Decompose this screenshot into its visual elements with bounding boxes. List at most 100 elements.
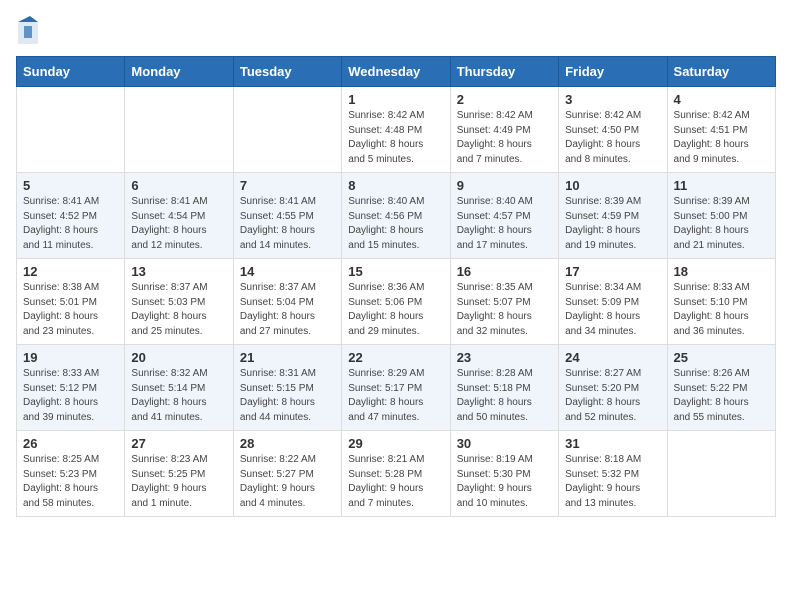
day-info: Sunrise: 8:39 AM Sunset: 4:59 PM Dayligh… [565, 195, 660, 253]
day-info: Sunrise: 8:21 AM Sunset: 5:28 PM Dayligh… [348, 453, 443, 511]
day-info: Sunrise: 8:32 AM Sunset: 5:14 PM Dayligh… [131, 367, 226, 425]
calendar-cell: 7Sunrise: 8:41 AM Sunset: 4:55 PM Daylig… [233, 173, 341, 259]
day-info: Sunrise: 8:36 AM Sunset: 5:06 PM Dayligh… [348, 281, 443, 339]
day-number: 22 [348, 350, 443, 365]
calendar-cell: 21 Sunrise: 8:31 AM Sunset: 5:15 PM Dayli… [233, 345, 341, 431]
calendar-cell [233, 87, 341, 173]
day-number: 21 [240, 350, 335, 365]
day-info: Sunrise: 8:40 AM Sunset: 4:56 PM Dayligh… [348, 195, 443, 253]
day-header-sunday: Sunday [17, 57, 125, 87]
calendar-cell [17, 87, 125, 173]
calendar-cell: 16 Sunrise: 8:35 AM Sunset: 5:07 PM Dayli… [450, 259, 558, 345]
calendar-cell: 26 Sunrise: 8:25 AM Sunset: 5:23 PM Dayli… [17, 431, 125, 517]
calendar-cell: 17 Sunrise: 8:34 AM Sunset: 5:09 PM Dayli… [559, 259, 667, 345]
calendar-cell: 15 Sunrise: 8:36 AM Sunset: 5:06 PM Dayli… [342, 259, 450, 345]
logo-icon [16, 16, 40, 44]
day-header-saturday: Saturday [667, 57, 775, 87]
day-number: 16 [457, 264, 552, 279]
day-info: Sunrise: 8:37 AM Sunset: 5:04 PM Dayligh… [240, 281, 335, 339]
day-info: Sunrise: 8:37 AM Sunset: 5:03 PM Dayligh… [131, 281, 226, 339]
logo [16, 16, 44, 44]
calendar-week-row: 19Sunrise: 8:33 AM Sunset: 5:12 PM Dayli… [17, 345, 776, 431]
calendar-cell: 14Sunrise: 8:37 AM Sunset: 5:04 PM Dayli… [233, 259, 341, 345]
calendar-cell: 18 Sunrise: 8:33 AM Sunset: 5:10 PM Dayli… [667, 259, 775, 345]
calendar-cell: 28 Sunrise: 8:22 AM Sunset: 5:27 PM Dayli… [233, 431, 341, 517]
calendar-cell: 23 Sunrise: 8:28 AM Sunset: 5:18 PM Dayli… [450, 345, 558, 431]
day-number: 5 [23, 178, 118, 193]
day-number: 26 [23, 436, 118, 451]
day-number: 30 [457, 436, 552, 451]
calendar-cell: 4 Sunrise: 8:42 AM Sunset: 4:51 PM Daylig… [667, 87, 775, 173]
day-number: 10 [565, 178, 660, 193]
calendar-cell: 19Sunrise: 8:33 AM Sunset: 5:12 PM Dayli… [17, 345, 125, 431]
day-info: Sunrise: 8:33 AM Sunset: 5:10 PM Dayligh… [674, 281, 769, 339]
day-header-tuesday: Tuesday [233, 57, 341, 87]
day-info: Sunrise: 8:19 AM Sunset: 5:30 PM Dayligh… [457, 453, 552, 511]
day-info: Sunrise: 8:35 AM Sunset: 5:07 PM Dayligh… [457, 281, 552, 339]
day-info: Sunrise: 8:40 AM Sunset: 4:57 PM Dayligh… [457, 195, 552, 253]
day-info: Sunrise: 8:18 AM Sunset: 5:32 PM Dayligh… [565, 453, 660, 511]
calendar-cell: 1 Sunrise: 8:42 AM Sunset: 4:48 PM Daylig… [342, 87, 450, 173]
day-number: 23 [457, 350, 552, 365]
calendar-week-row: 12 Sunrise: 8:38 AM Sunset: 5:01 PM Dayli… [17, 259, 776, 345]
day-number: 27 [131, 436, 226, 451]
calendar-cell: 8Sunrise: 8:40 AM Sunset: 4:56 PM Daylig… [342, 173, 450, 259]
day-number: 6 [131, 178, 226, 193]
calendar-cell: 11 Sunrise: 8:39 AM Sunset: 5:00 PM Dayli… [667, 173, 775, 259]
day-number: 2 [457, 92, 552, 107]
day-number: 28 [240, 436, 335, 451]
calendar-cell [667, 431, 775, 517]
calendar-cell: 6 Sunrise: 8:41 AM Sunset: 4:54 PM Daylig… [125, 173, 233, 259]
day-number: 7 [240, 178, 335, 193]
day-info: Sunrise: 8:31 AM Sunset: 5:15 PM Dayligh… [240, 367, 335, 425]
calendar-cell: 29 Sunrise: 8:21 AM Sunset: 5:28 PM Dayli… [342, 431, 450, 517]
day-info: Sunrise: 8:42 AM Sunset: 4:48 PM Dayligh… [348, 109, 443, 167]
day-number: 31 [565, 436, 660, 451]
calendar-week-row: 26 Sunrise: 8:25 AM Sunset: 5:23 PM Dayli… [17, 431, 776, 517]
day-number: 1 [348, 92, 443, 107]
calendar-cell: 25Sunrise: 8:26 AM Sunset: 5:22 PM Dayli… [667, 345, 775, 431]
day-number: 15 [348, 264, 443, 279]
day-info: Sunrise: 8:39 AM Sunset: 5:00 PM Dayligh… [674, 195, 769, 253]
day-number: 29 [348, 436, 443, 451]
day-number: 17 [565, 264, 660, 279]
day-info: Sunrise: 8:25 AM Sunset: 5:23 PM Dayligh… [23, 453, 118, 511]
calendar-cell: 9Sunrise: 8:40 AM Sunset: 4:57 PM Daylig… [450, 173, 558, 259]
calendar-cell: 3 Sunrise: 8:42 AM Sunset: 4:50 PM Daylig… [559, 87, 667, 173]
calendar-cell [125, 87, 233, 173]
day-number: 25 [674, 350, 769, 365]
day-info: Sunrise: 8:27 AM Sunset: 5:20 PM Dayligh… [565, 367, 660, 425]
calendar-cell: 13 Sunrise: 8:37 AM Sunset: 5:03 PM Dayli… [125, 259, 233, 345]
day-info: Sunrise: 8:42 AM Sunset: 4:51 PM Dayligh… [674, 109, 769, 167]
day-info: Sunrise: 8:29 AM Sunset: 5:17 PM Dayligh… [348, 367, 443, 425]
day-number: 3 [565, 92, 660, 107]
day-number: 24 [565, 350, 660, 365]
day-number: 18 [674, 264, 769, 279]
calendar-cell: 22 Sunrise: 8:29 AM Sunset: 5:17 PM Dayli… [342, 345, 450, 431]
day-info: Sunrise: 8:42 AM Sunset: 4:49 PM Dayligh… [457, 109, 552, 167]
day-info: Sunrise: 8:23 AM Sunset: 5:25 PM Dayligh… [131, 453, 226, 511]
day-info: Sunrise: 8:28 AM Sunset: 5:18 PM Dayligh… [457, 367, 552, 425]
day-info: Sunrise: 8:34 AM Sunset: 5:09 PM Dayligh… [565, 281, 660, 339]
day-header-monday: Monday [125, 57, 233, 87]
day-info: Sunrise: 8:42 AM Sunset: 4:50 PM Dayligh… [565, 109, 660, 167]
day-info: Sunrise: 8:38 AM Sunset: 5:01 PM Dayligh… [23, 281, 118, 339]
calendar-cell: 30 Sunrise: 8:19 AM Sunset: 5:30 PM Dayli… [450, 431, 558, 517]
calendar-cell: 12 Sunrise: 8:38 AM Sunset: 5:01 PM Dayli… [17, 259, 125, 345]
calendar-header-row: SundayMondayTuesdayWednesdayThursdayFrid… [17, 57, 776, 87]
day-number: 12 [23, 264, 118, 279]
day-number: 4 [674, 92, 769, 107]
day-info: Sunrise: 8:22 AM Sunset: 5:27 PM Dayligh… [240, 453, 335, 511]
day-info: Sunrise: 8:41 AM Sunset: 4:52 PM Dayligh… [23, 195, 118, 253]
day-number: 20 [131, 350, 226, 365]
calendar-cell: 27 Sunrise: 8:23 AM Sunset: 5:25 PM Dayli… [125, 431, 233, 517]
calendar-cell: 2 Sunrise: 8:42 AM Sunset: 4:49 PM Daylig… [450, 87, 558, 173]
day-header-thursday: Thursday [450, 57, 558, 87]
calendar-cell: 31 Sunrise: 8:18 AM Sunset: 5:32 PM Dayli… [559, 431, 667, 517]
day-info: Sunrise: 8:41 AM Sunset: 4:54 PM Dayligh… [131, 195, 226, 253]
day-header-friday: Friday [559, 57, 667, 87]
day-number: 11 [674, 178, 769, 193]
calendar-week-row: 5 Sunrise: 8:41 AM Sunset: 4:52 PM Daylig… [17, 173, 776, 259]
day-number: 13 [131, 264, 226, 279]
calendar-cell: 24 Sunrise: 8:27 AM Sunset: 5:20 PM Dayli… [559, 345, 667, 431]
